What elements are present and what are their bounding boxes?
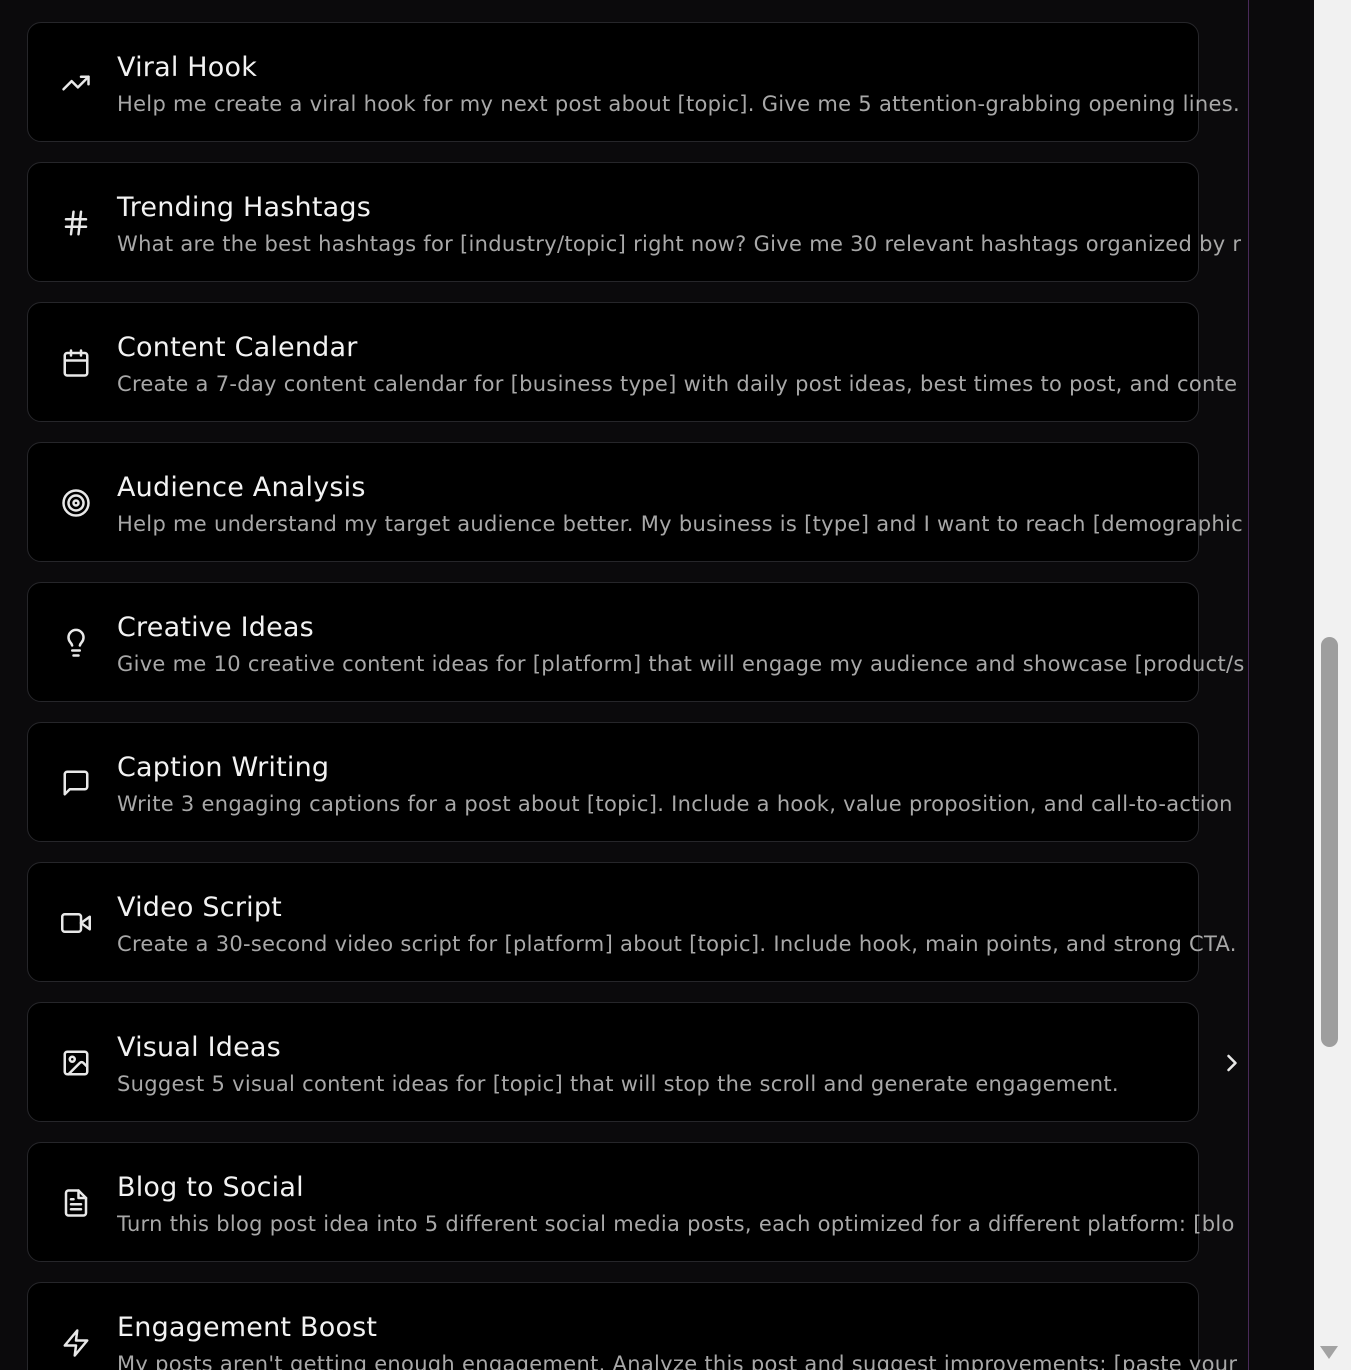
prompt-description: Write 3 engaging captions for a post abo… (117, 792, 1233, 816)
prompt-title: Trending Hashtags (117, 192, 371, 223)
prompt-card-caption-writing[interactable]: Caption Writing Write 3 engaging caption… (27, 722, 1232, 842)
message-square-icon (60, 767, 92, 799)
prompt-description: Help me understand my target audience be… (117, 512, 1243, 536)
target-icon (60, 487, 92, 519)
prompt-title: Content Calendar (117, 332, 358, 363)
prompt-card-visual-ideas[interactable]: Visual Ideas Suggest 5 visual content id… (27, 1002, 1237, 1122)
panel-divider (1248, 0, 1249, 1370)
prompt-card-video-script[interactable]: Video Script Create a 30-second video sc… (27, 862, 1236, 982)
trending-up-icon (60, 67, 92, 99)
prompt-description: My posts aren't getting enough engagemen… (117, 1352, 1238, 1370)
prompt-description: What are the best hashtags for [industry… (117, 232, 1242, 256)
prompt-description: Create a 30-second video script for [pla… (117, 932, 1237, 956)
prompt-title: Visual Ideas (117, 1032, 281, 1063)
prompt-title: Creative Ideas (117, 612, 314, 643)
video-icon (60, 907, 92, 939)
prompt-title: Video Script (117, 892, 282, 923)
scrollbar-thumb[interactable] (1321, 637, 1338, 1047)
prompt-card-creative-ideas[interactable]: Creative Ideas Give me 10 creative conte… (27, 582, 1244, 702)
prompt-description: Suggest 5 visual content ideas for [topi… (117, 1072, 1119, 1096)
vertical-scrollbar[interactable] (1314, 0, 1351, 1370)
scroll-down-arrow-icon[interactable] (1320, 1346, 1338, 1359)
file-text-icon (60, 1187, 92, 1219)
prompt-card-audience-analysis[interactable]: Audience Analysis Help me understand my … (27, 442, 1243, 562)
calendar-icon (60, 347, 92, 379)
prompt-list-viewport: Viral Hook Help me create a viral hook f… (0, 0, 1314, 1370)
prompt-card-viral-hook[interactable]: Viral Hook Help me create a viral hook f… (27, 22, 1240, 142)
zap-icon (60, 1327, 92, 1359)
prompt-list: Viral Hook Help me create a viral hook f… (27, 22, 1314, 1370)
prompt-card-trending-hashtags[interactable]: Trending Hashtags What are the best hash… (27, 162, 1241, 282)
prompt-title: Engagement Boost (117, 1312, 378, 1343)
prompt-description: Help me create a viral hook for my next … (117, 92, 1240, 116)
lightbulb-icon (60, 627, 92, 659)
chevron-right-icon[interactable] (1218, 1049, 1246, 1077)
prompt-description: Create a 7-day content calendar for [bus… (117, 372, 1238, 396)
image-icon (60, 1047, 92, 1079)
prompt-card-content-calendar[interactable]: Content Calendar Create a 7-day content … (27, 302, 1237, 422)
hash-icon (60, 207, 92, 239)
prompt-description: Give me 10 creative content ideas for [p… (117, 652, 1245, 676)
prompt-title: Viral Hook (117, 52, 258, 83)
prompt-card-engagement-boost[interactable]: Engagement Boost My posts aren't getting… (27, 1282, 1237, 1370)
prompt-title: Blog to Social (117, 1172, 304, 1203)
prompt-title: Caption Writing (117, 752, 330, 783)
prompt-description: Turn this blog post idea into 5 differen… (117, 1212, 1235, 1236)
prompt-title: Audience Analysis (117, 472, 366, 503)
prompt-card-blog-to-social[interactable]: Blog to Social Turn this blog post idea … (27, 1142, 1234, 1262)
